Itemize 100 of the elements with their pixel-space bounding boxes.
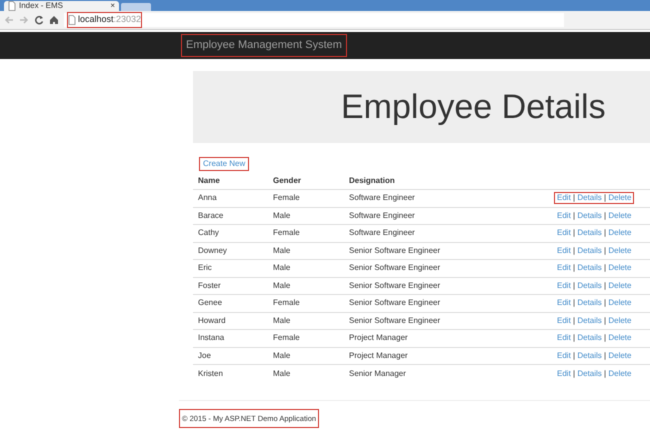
reload-icon[interactable] xyxy=(34,15,44,25)
separator: | xyxy=(573,193,576,202)
separator: | xyxy=(573,368,576,378)
separator: | xyxy=(573,210,576,220)
action-link[interactable]: Details xyxy=(577,246,602,255)
table-cell: Project Manager xyxy=(344,347,549,364)
table-cell: Foster xyxy=(193,277,268,294)
action-link[interactable]: Edit xyxy=(557,246,571,255)
action-link[interactable]: Details xyxy=(577,280,602,290)
action-link[interactable]: Edit xyxy=(557,298,571,308)
action-link[interactable]: Details xyxy=(577,350,602,360)
action-link[interactable]: Delete xyxy=(608,316,632,325)
separator: | xyxy=(604,246,606,255)
create-new-link[interactable]: Create New xyxy=(199,157,250,171)
new-tab-button[interactable] xyxy=(121,3,151,11)
action-link[interactable]: Details xyxy=(577,210,602,220)
table-cell: Male xyxy=(268,260,344,277)
table-cell: Male xyxy=(268,242,344,260)
action-link[interactable]: Details xyxy=(577,263,602,272)
action-link[interactable]: Edit xyxy=(557,193,571,202)
forward-icon[interactable] xyxy=(19,15,29,25)
action-link[interactable]: Delete xyxy=(608,298,632,308)
table-cell: Female xyxy=(268,224,344,242)
table-cell: Male xyxy=(268,207,344,224)
table-cell: Project Manager xyxy=(344,330,549,347)
table-cell: Barace xyxy=(193,207,268,224)
separator: | xyxy=(604,193,606,202)
separator: | xyxy=(573,228,576,238)
tab-title: Index - EMS xyxy=(19,0,64,12)
table-cell: Software Engineer xyxy=(344,207,549,224)
column-header: Designation xyxy=(344,173,549,190)
table-cell: Kristen xyxy=(193,364,268,382)
table-cell: Senior Software Engineer xyxy=(344,277,549,294)
action-link[interactable]: Details xyxy=(577,316,602,325)
action-link[interactable]: Delete xyxy=(608,280,632,290)
brand-link[interactable]: Employee Management System xyxy=(181,34,347,57)
separator: | xyxy=(573,350,576,360)
close-button[interactable]: × xyxy=(110,0,115,12)
table-cell: Male xyxy=(268,277,344,294)
action-link[interactable]: Edit xyxy=(557,316,571,325)
action-link[interactable]: Delete xyxy=(608,228,632,238)
table-cell: Female xyxy=(268,330,344,347)
separator: | xyxy=(604,368,606,378)
address-field[interactable]: localhost:23032 xyxy=(64,13,564,27)
separator: | xyxy=(604,350,606,360)
separator: | xyxy=(573,280,576,290)
action-link[interactable]: Details xyxy=(577,228,602,238)
action-link[interactable]: Edit xyxy=(557,280,571,290)
action-link[interactable]: Delete xyxy=(608,210,632,220)
table-cell: Howard xyxy=(193,312,268,330)
table-cell: Female xyxy=(268,190,344,207)
table-cell: Senior Software Engineer xyxy=(344,294,549,312)
back-icon[interactable] xyxy=(4,15,14,25)
table-cell: Software Engineer xyxy=(344,224,549,242)
action-link[interactable]: Details xyxy=(577,368,602,378)
action-link[interactable]: Delete xyxy=(608,246,632,255)
action-link[interactable]: Details xyxy=(577,333,602,342)
separator: | xyxy=(604,228,606,238)
separator: | xyxy=(573,333,576,342)
action-link[interactable]: Delete xyxy=(608,263,632,272)
table-cell: Cathy xyxy=(193,224,268,242)
action-link[interactable]: Edit xyxy=(557,368,571,378)
separator: | xyxy=(604,316,606,325)
separator: | xyxy=(604,280,606,290)
action-link[interactable]: Details xyxy=(577,193,602,202)
action-link[interactable]: Edit xyxy=(557,350,571,360)
url-text: localhost:23032 xyxy=(78,13,142,26)
action-link[interactable]: Delete xyxy=(608,350,632,360)
table-cell: Joe xyxy=(193,347,268,364)
document-icon xyxy=(8,1,16,11)
action-link[interactable]: Delete xyxy=(608,193,632,202)
document-icon xyxy=(68,15,76,25)
column-header: Gender xyxy=(268,173,344,190)
table-cell: Instana xyxy=(193,330,268,347)
page-title: Employee Details xyxy=(341,86,606,128)
table-cell: Male xyxy=(268,347,344,364)
home-icon[interactable] xyxy=(49,15,59,25)
action-link[interactable]: Delete xyxy=(608,333,632,342)
action-link[interactable]: Details xyxy=(577,298,602,308)
table-cell: Senior Software Engineer xyxy=(344,312,549,330)
action-link[interactable]: Delete xyxy=(608,368,632,378)
action-link[interactable]: Edit xyxy=(557,333,571,342)
table-cell: Female xyxy=(268,294,344,312)
browser-tab[interactable]: Index - EMS × xyxy=(4,1,119,11)
column-header: Name xyxy=(193,173,268,190)
separator: | xyxy=(573,263,576,272)
table-cell: Downey xyxy=(193,242,268,260)
table-cell: Male xyxy=(268,364,344,382)
separator: | xyxy=(604,333,606,342)
action-link[interactable]: Edit xyxy=(557,228,571,238)
separator: | xyxy=(573,316,576,325)
separator: | xyxy=(604,210,606,220)
separator: | xyxy=(573,246,576,255)
table-cell: Anna xyxy=(193,190,268,207)
action-link[interactable]: Edit xyxy=(557,263,571,272)
table-cell: Male xyxy=(268,312,344,330)
action-link[interactable]: Edit xyxy=(557,210,571,220)
separator: | xyxy=(604,298,606,308)
separator: | xyxy=(604,263,606,272)
table-cell: Genee xyxy=(193,294,268,312)
